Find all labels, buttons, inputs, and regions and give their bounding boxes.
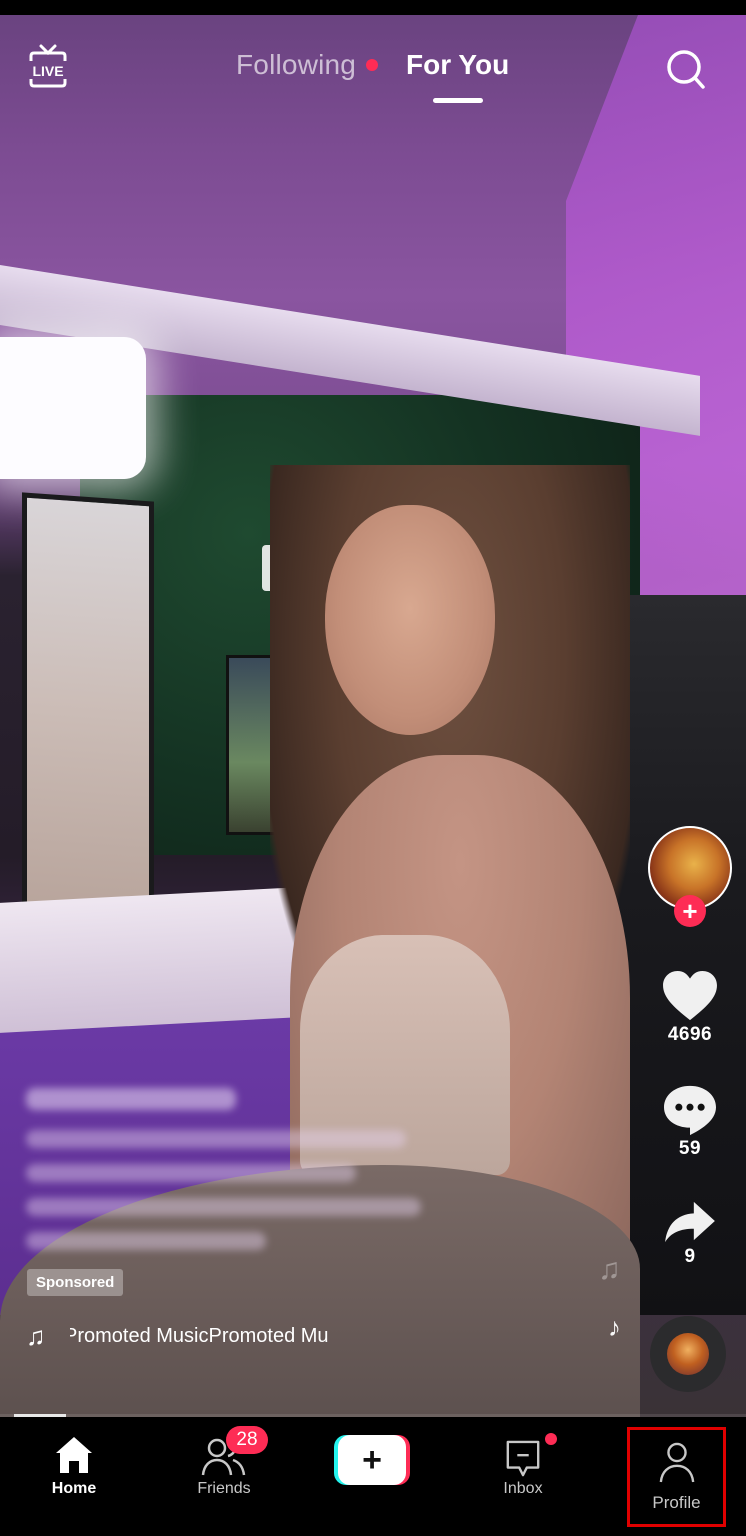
feed-tabs: Following For You [0,47,746,107]
search-icon [667,50,705,89]
video-person-face [325,505,495,735]
nav-friends[interactable]: 28 Friends [169,1417,279,1517]
create-button[interactable]: + [334,1435,410,1485]
nav-inbox[interactable]: Inbox [468,1417,578,1517]
bottom-nav: Home 28 Friends + Inbox Profile [0,1417,746,1536]
profile-icon [659,1442,694,1483]
caption-line-blurred [26,1164,356,1182]
notification-dot [366,59,378,71]
heart-icon [663,970,717,1021]
floating-music-note-icon: ♪ [608,1312,621,1342]
nav-friends-label: Friends [197,1480,251,1497]
comment-count: 59 [678,1138,702,1159]
nav-home[interactable]: Home [19,1417,129,1517]
friends-badge: 28 [226,1426,268,1454]
music-disc-art [667,1333,709,1375]
video-bg-desk [0,887,300,1033]
nav-profile[interactable]: Profile [627,1427,726,1527]
tab-for-you[interactable]: For You [406,49,509,81]
caption-line-blurred [26,1198,421,1216]
caption-line-blurred [26,1232,266,1250]
video-caption-blurred [26,1088,446,1266]
share-arrow-icon [665,1201,715,1243]
status-bar [0,0,746,15]
search-button[interactable] [664,47,708,91]
notification-dot [545,1433,557,1445]
home-icon [56,1437,92,1473]
music-note-icon: ♫ [26,1320,46,1351]
action-rail: + 4696 59 9 [640,820,740,1410]
create-plus-icon: + [338,1435,406,1485]
share-count: 9 [684,1246,696,1267]
video-bg-lamp [0,337,146,479]
like-button[interactable]: 4696 [640,970,740,1046]
comment-button[interactable]: 59 [640,1084,740,1160]
nav-home-label: Home [51,1480,97,1497]
top-nav: LIVE Following For You [0,15,746,125]
inbox-icon [506,1440,540,1477]
nav-inbox-label: Inbox [503,1480,543,1497]
music-track-name: Promoted MusicPromoted Mu [70,1324,329,1347]
like-count: 4696 [667,1024,713,1045]
nav-profile-label: Profile [652,1493,701,1512]
creator-username-blurred[interactable] [26,1088,236,1110]
video-bg-monitor [22,492,154,934]
caption-line-blurred [26,1130,406,1148]
floating-music-note-icon: ♫ [598,1253,621,1286]
music-disc[interactable] [650,1316,726,1392]
comment-icon [664,1085,716,1136]
tab-following[interactable]: Following [236,49,356,81]
follow-button[interactable]: + [674,895,706,927]
share-button[interactable]: 9 [640,1200,740,1268]
active-tab-indicator [433,98,483,103]
music-track[interactable]: ♫ Promoted MusicPromoted Mu [26,1320,356,1352]
sponsored-badge: Sponsored [27,1269,124,1296]
